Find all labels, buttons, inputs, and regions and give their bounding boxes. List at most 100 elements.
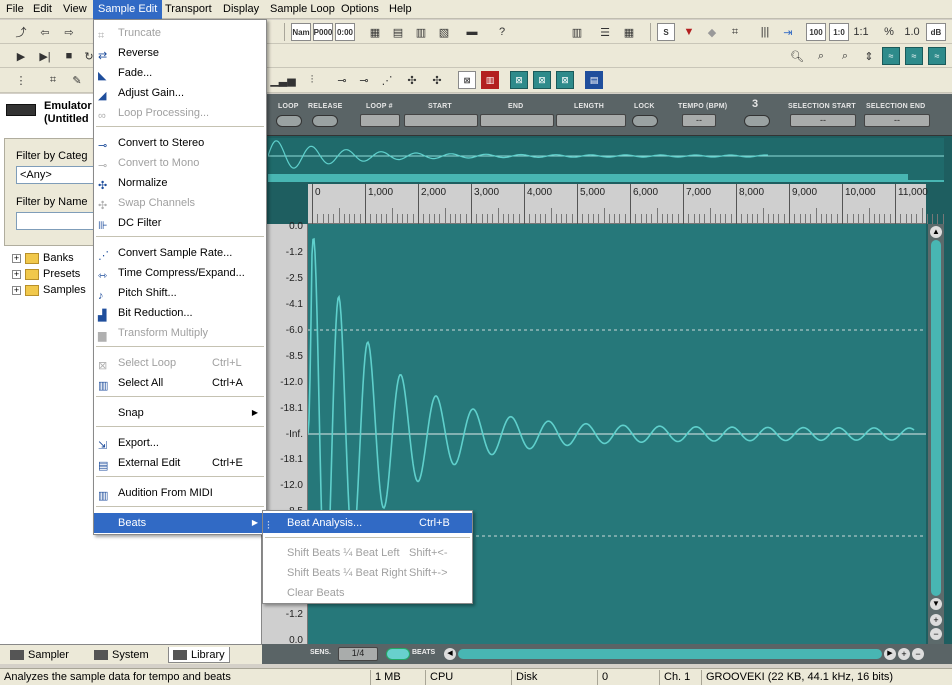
menu-item-fade[interactable]: ◣ Fade... xyxy=(94,63,266,83)
pencil-icon[interactable]: ✎ xyxy=(68,71,86,89)
name-view-button[interactable]: Nam xyxy=(291,23,311,41)
length-field[interactable] xyxy=(556,114,626,127)
zoom-selection-icon[interactable]: ⌕ xyxy=(836,47,854,65)
external-edit-icon[interactable]: ▤ xyxy=(585,71,603,89)
scroll-up-icon[interactable]: ▲ xyxy=(930,226,942,238)
list-icon[interactable]: ☰ xyxy=(596,23,614,41)
play-selection-icon[interactable]: ▶| xyxy=(36,47,54,65)
select-loop-icon[interactable]: ⊠ xyxy=(458,71,476,89)
meter-toggle[interactable] xyxy=(744,115,770,127)
play-icon[interactable]: ▶ xyxy=(12,47,30,65)
swap-icon[interactable]: ✣ xyxy=(428,71,446,89)
zoom-out-icon[interactable]: ⌕ xyxy=(812,47,830,65)
menu-item-convert-to-stereo[interactable]: ⊸ Convert to Stereo xyxy=(94,133,266,153)
tab-sampler[interactable]: Sampler xyxy=(6,647,73,663)
vertical-scrollbar[interactable]: ▲ ▼ + − xyxy=(928,224,944,644)
zoom-vertical-icon[interactable]: ⇕ xyxy=(860,47,878,65)
back-arrow-icon[interactable]: ⇦ xyxy=(36,23,54,41)
filter-category-select[interactable]: <Any> xyxy=(16,166,94,184)
select-all-icon[interactable]: ▥ xyxy=(481,71,499,89)
up-folder-icon[interactable]: ⤴ xyxy=(12,23,30,41)
menu-view[interactable]: View xyxy=(58,0,92,19)
menu-item-adjust-gain[interactable]: ◢ Adjust Gain... xyxy=(94,83,266,103)
menu-file[interactable]: File xyxy=(1,0,29,19)
loop-number-field[interactable] xyxy=(360,114,400,127)
end-field[interactable] xyxy=(480,114,554,127)
lock-toggle[interactable] xyxy=(632,115,658,127)
menu-item-reverse[interactable]: ⇄ Reverse xyxy=(94,43,266,63)
crop-icon[interactable]: ⌗ xyxy=(44,71,62,89)
zoom-out-horizontal-icon[interactable]: − xyxy=(912,648,924,660)
menu-options[interactable]: Options xyxy=(336,0,384,19)
menu-item-export[interactable]: ⇲ Export... xyxy=(94,433,266,453)
menu-item-external-edit[interactable]: ▤ External Edit Ctrl+E xyxy=(94,453,266,473)
tree-item-presets[interactable]: + Presets xyxy=(12,266,80,282)
selection-start-field[interactable]: -- xyxy=(790,114,856,127)
keyboard-icon[interactable]: ▬ xyxy=(463,23,481,41)
menu-item-snap[interactable]: Snap ▶ xyxy=(94,403,266,423)
menu-item-audition-from-midi[interactable]: ▥ Audition From MIDI xyxy=(94,483,266,503)
menu-item-select-loop[interactable]: ⊠ Select Loop Ctrl+L xyxy=(94,353,266,373)
menu-item-select-all[interactable]: ▥ Select All Ctrl+A xyxy=(94,373,266,393)
sample-icon[interactable]: S xyxy=(657,23,675,41)
tab-system[interactable]: System xyxy=(90,647,153,663)
dropdown-arrow-icon[interactable]: ▼ xyxy=(680,23,698,41)
menu-item-convert-to-mono[interactable]: ⊸ Convert to Mono xyxy=(94,153,266,173)
start-field[interactable] xyxy=(404,114,478,127)
scroll-thumb[interactable] xyxy=(931,240,941,596)
view-mode-3-icon[interactable]: ⊠ xyxy=(556,71,574,89)
list-view-icon[interactable]: ▤ xyxy=(389,23,407,41)
menu-item-shift-beats-right[interactable]: Shift Beats ¼ Beat Right Shift+-> xyxy=(263,563,472,583)
view-wave-full-icon[interactable]: ≈ xyxy=(928,47,946,65)
scroll-left-icon[interactable]: ◀ xyxy=(444,648,456,660)
view-waveform-icon[interactable]: ≈ xyxy=(882,47,900,65)
zoom-in-horizontal-icon[interactable]: + xyxy=(898,648,910,660)
menu-item-bit-reduction[interactable]: ▟ Bit Reduction... xyxy=(94,303,266,323)
menu-transport[interactable]: Transport xyxy=(160,0,217,19)
menu-item-shift-beats-left[interactable]: Shift Beats ¼ Beat Left Shift+<- xyxy=(263,543,472,563)
menu-item-normalize[interactable]: ✣ Normalize xyxy=(94,173,266,193)
table-view-icon[interactable]: ▥ xyxy=(412,23,430,41)
menu-item-pitch-shift[interactable]: ♪ Pitch Shift... xyxy=(94,283,266,303)
expand-icon[interactable]: + xyxy=(12,269,21,279)
normalize-icon[interactable]: ✣ xyxy=(403,71,421,89)
menu-item-truncate[interactable]: ⌗ Truncate xyxy=(94,23,266,43)
scroll-right-icon[interactable]: ▶ xyxy=(884,648,896,660)
preset-number-button[interactable]: P000 xyxy=(313,23,333,41)
zoom-100-button[interactable]: 100 xyxy=(806,23,826,41)
help-icon[interactable]: ? xyxy=(493,23,511,41)
menu-item-swap-channels[interactable]: ✣ Swap Channels xyxy=(94,193,266,213)
zoom-out-vertical-icon[interactable]: − xyxy=(930,628,942,640)
menu-item-loop-processing[interactable]: ∞ Loop Processing... xyxy=(94,103,266,123)
menu-item-beats[interactable]: Beats ▶ xyxy=(94,513,266,533)
menu-sample-edit[interactable]: Sample Edit xyxy=(93,0,163,19)
zoom-in-icon[interactable]: 🔍︎ xyxy=(788,47,806,65)
db-button[interactable]: dB xyxy=(926,23,946,41)
menu-item-convert-sample-rate[interactable]: ⋰ Convert Sample Rate... xyxy=(94,243,266,263)
menu-sample-loop[interactable]: Sample Loop xyxy=(265,0,340,19)
menu-item-transform-multiply[interactable]: ▆ Transform Multiply xyxy=(94,323,266,343)
tree-item-samples[interactable]: + Samples xyxy=(12,282,86,298)
menu-item-dc-filter[interactable]: ⊪ DC Filter xyxy=(94,213,266,233)
menu-display[interactable]: Display xyxy=(218,0,264,19)
percent-button[interactable]: % xyxy=(880,23,898,41)
marker-icon[interactable]: ⌗ xyxy=(726,23,744,41)
menu-item-clear-beats[interactable]: Clear Beats xyxy=(263,583,472,603)
snap-arrows-icon[interactable]: ⇥ xyxy=(779,23,797,41)
zoom-fit-button[interactable]: 1:0 xyxy=(829,23,849,41)
horizontal-scroll-thumb[interactable] xyxy=(458,649,882,659)
menu-item-time-compress-expand[interactable]: ⇿ Time Compress/Expand... xyxy=(94,263,266,283)
stop-icon[interactable]: ■ xyxy=(60,47,78,65)
sens-select[interactable]: 1/4 xyxy=(338,647,378,661)
menu-edit[interactable]: Edit xyxy=(28,0,57,19)
view-mode-1-icon[interactable]: ⊠ xyxy=(510,71,528,89)
zoom-1-1-button[interactable]: 1:1 xyxy=(852,23,870,41)
convert-mono-icon[interactable]: ⊸ xyxy=(355,71,373,89)
view-mode-2-icon[interactable]: ⊠ xyxy=(533,71,551,89)
mixer-icon[interactable]: ▥ xyxy=(568,23,586,41)
tree-item-banks[interactable]: + Banks xyxy=(12,250,74,266)
selection-end-field[interactable]: -- xyxy=(864,114,930,127)
forward-arrow-icon[interactable]: ⇨ xyxy=(60,23,78,41)
filter-name-input[interactable] xyxy=(16,212,94,230)
menu-help[interactable]: Help xyxy=(384,0,417,19)
